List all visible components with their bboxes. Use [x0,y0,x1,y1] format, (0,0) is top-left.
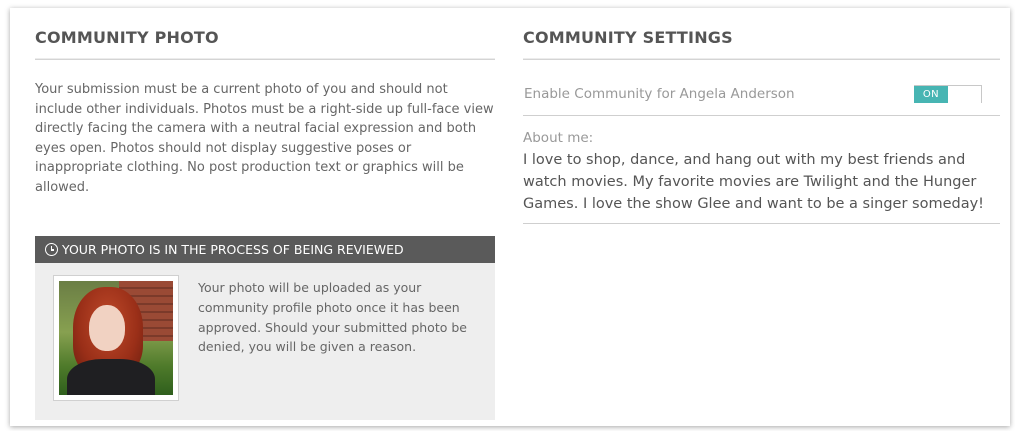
community-photo-title: COMMUNITY PHOTO [35,28,495,60]
community-photo-section: COMMUNITY PHOTO Your submission must be … [35,28,495,420]
review-status-text: YOUR PHOTO IS IN THE PROCESS OF BEING RE… [62,242,404,257]
toggle-on-label: ON [914,85,948,103]
profile-photo [59,281,173,395]
toggle-off-area [948,85,981,103]
enable-community-toggle[interactable]: ON [914,84,982,103]
community-settings-title: COMMUNITY SETTINGS [523,28,1000,60]
review-info-text: Your photo will be uploaded as your comm… [198,280,467,355]
profile-photo-thumbnail [53,275,179,401]
enable-community-row: Enable Community for Angela Anderson ON [523,72,1000,116]
review-status-header: YOUR PHOTO IS IN THE PROCESS OF BEING RE… [35,236,495,263]
photo-requirements-text: Your submission must be a current photo … [35,82,494,195]
enable-community-label: Enable Community for Angela Anderson [524,85,795,102]
about-me-label: About me: [523,130,594,146]
community-settings-section: COMMUNITY SETTINGS Enable Community for … [523,28,1000,224]
clock-icon [45,243,58,256]
about-me-text: I love to shop, dance, and hang out with… [523,149,1000,224]
photo-review-panel: YOUR PHOTO IS IN THE PROCESS OF BEING RE… [35,236,495,420]
community-card: COMMUNITY PHOTO Your submission must be … [10,8,1010,426]
